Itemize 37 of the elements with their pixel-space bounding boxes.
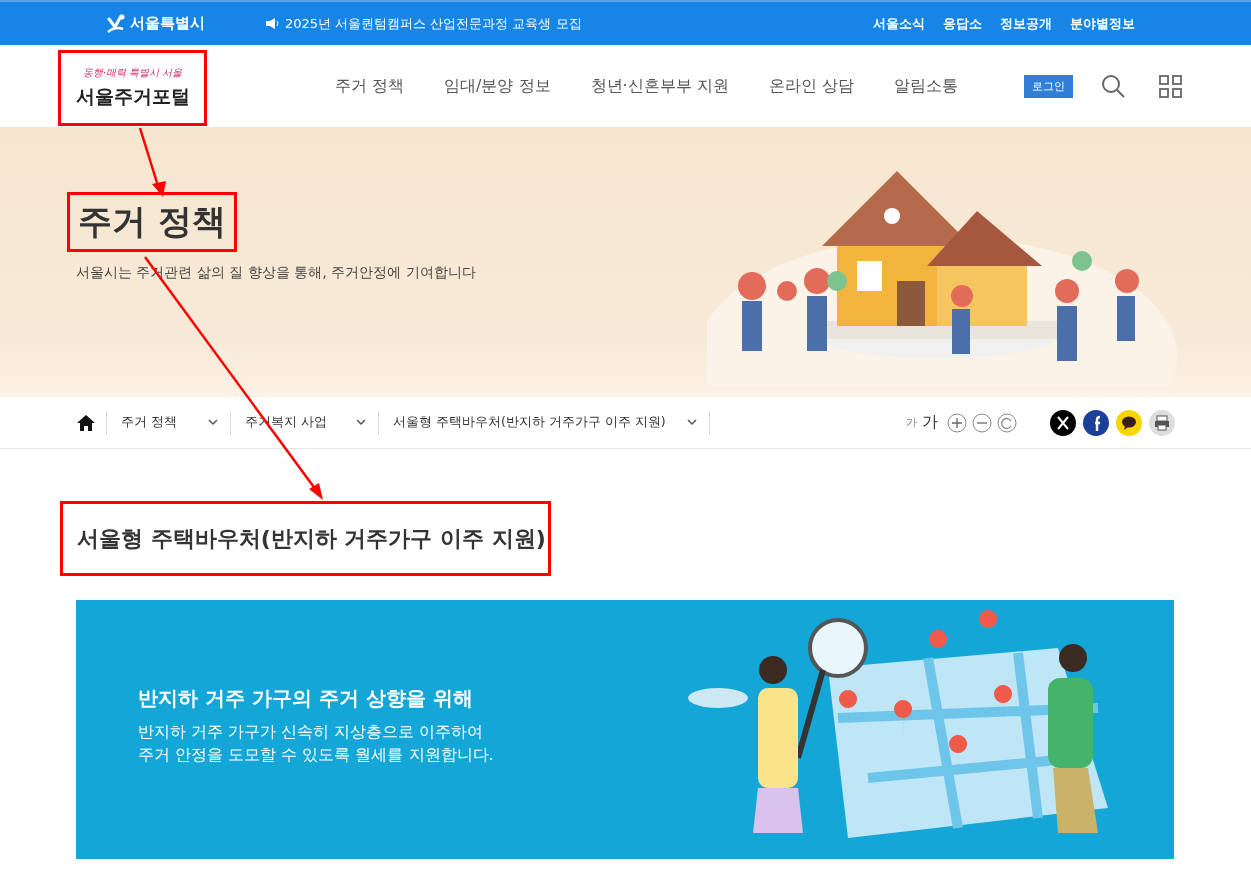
hero-title: 주거 정책 <box>77 200 227 243</box>
search-icon[interactable] <box>1100 74 1125 98</box>
banner-text: 반지하 거주 가구가 신속히 지상층으로 이주하여 <box>138 721 485 743</box>
zoom-out-icon[interactable] <box>972 412 992 433</box>
banner-heading: 반지하 거주 가구의 주거 상향을 위해 <box>138 685 474 712</box>
nav-item[interactable]: 청년·신혼부부 지원 <box>590 75 729 97</box>
speaker-icon <box>265 17 280 30</box>
site-logo-text[interactable]: 서울주거포털 <box>75 84 190 110</box>
home-icon[interactable] <box>76 413 96 432</box>
chevron-down-icon <box>356 419 366 426</box>
top-link[interactable]: 정보공개 <box>1000 14 1052 33</box>
page-title: 서울형 주택바우처(반지하 거주가구 이주 지원) <box>77 524 546 553</box>
top-link[interactable]: 응답소 <box>943 14 982 33</box>
slogan-text: 동행·매력 특별시 서울 <box>82 66 183 80</box>
chevron-down-icon <box>687 419 697 426</box>
nav-item[interactable]: 임대/분양 정보 <box>444 75 551 97</box>
zoom-in-icon[interactable] <box>947 412 967 433</box>
chat-share-icon[interactable] <box>1116 409 1142 436</box>
font-size-label: 가 <box>906 415 917 430</box>
city-logo-text[interactable]: 서울특별시 <box>130 14 205 33</box>
chevron-down-icon <box>208 419 218 426</box>
breadcrumb-dropdown[interactable]: 주거 정책 <box>107 414 230 431</box>
banner-text: 주거 안정을 도모할 수 있도록 월세를 지원합니다. <box>138 744 495 766</box>
nav-item[interactable]: 알림소통 <box>893 75 958 97</box>
nav-item[interactable]: 주거 정책 <box>335 75 405 97</box>
facebook-share-icon[interactable] <box>1083 409 1109 436</box>
login-button[interactable]: 로그인 <box>1023 74 1073 98</box>
notice-link[interactable]: 2025년 서울퀀텀캠퍼스 산업전문과정 교육생 모집 <box>285 14 582 33</box>
print-icon[interactable] <box>1149 409 1175 436</box>
top-link[interactable]: 분야별정보 <box>1070 14 1135 33</box>
seoul-logo-icon <box>105 12 127 35</box>
grid-menu-icon[interactable] <box>1158 74 1182 98</box>
nav-item[interactable]: 온라인 상담 <box>768 75 854 97</box>
x-share-icon[interactable] <box>1050 409 1076 436</box>
breadcrumb-dropdown[interactable]: 서울형 주택바우처(반지하 거주가구 이주 지원) <box>379 414 709 431</box>
top-link[interactable]: 서울소식 <box>873 14 925 33</box>
font-size-label: 가 <box>922 412 938 433</box>
